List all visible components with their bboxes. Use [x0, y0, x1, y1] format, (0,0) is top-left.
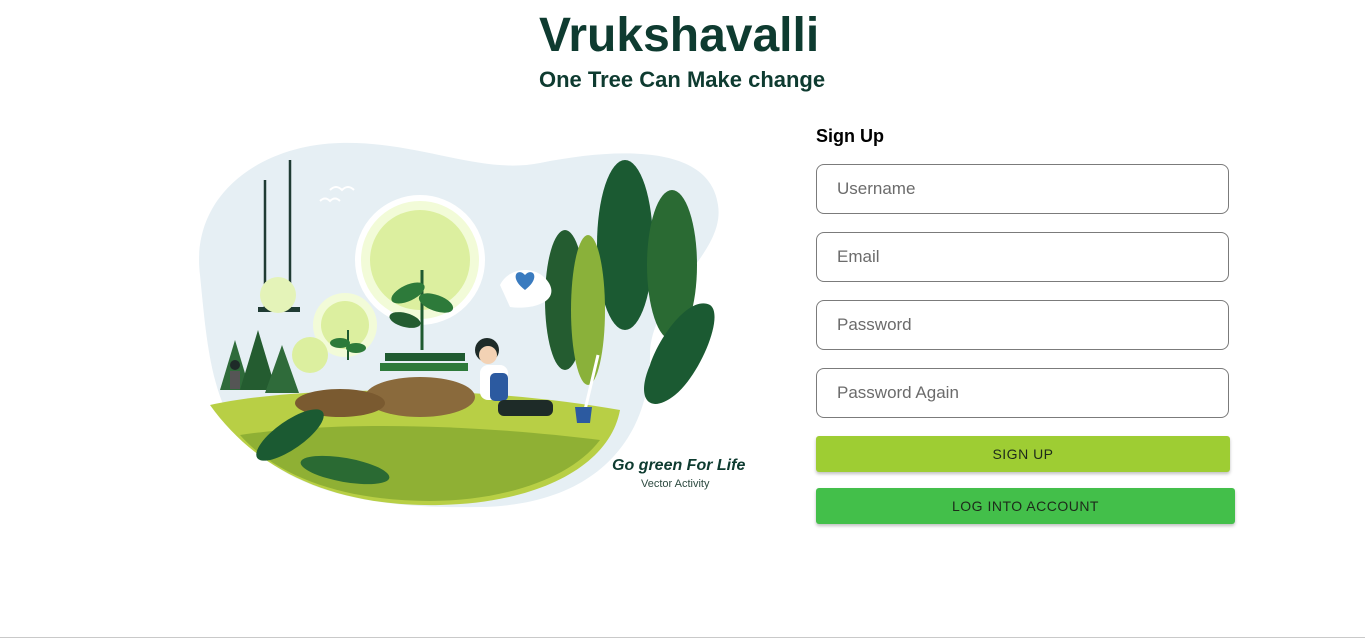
- password-again-field[interactable]: [816, 368, 1229, 418]
- signup-page: Vrukshavalli One Tree Can Make change Go…: [0, 0, 1365, 641]
- tree-planting-illustration: [199, 142, 719, 508]
- signup-form-title: Sign Up: [816, 126, 884, 146]
- app-subtitle: One Tree Can Make change: [539, 67, 826, 92]
- login-button[interactable]: LOG INTO ACCOUNT: [816, 488, 1235, 524]
- email-field[interactable]: [816, 232, 1229, 282]
- illustration-tagline: Go green For Life: [612, 457, 746, 474]
- divider: [0, 637, 1365, 638]
- app-title: Vrukshavalli: [539, 9, 820, 62]
- password-field[interactable]: [816, 300, 1229, 350]
- username-field[interactable]: [816, 164, 1229, 214]
- illustration-credit: Vector Activity: [641, 478, 710, 490]
- signup-button[interactable]: SIGN UP: [816, 436, 1230, 472]
